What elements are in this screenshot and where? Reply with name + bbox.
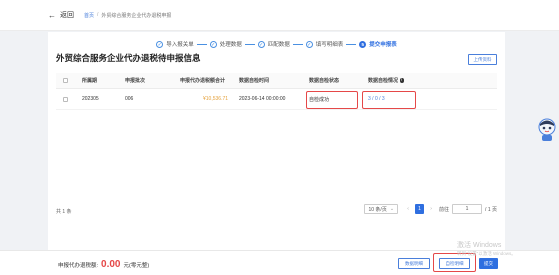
step-number-icon: 5: [359, 40, 367, 48]
step-label: 匹配数据: [267, 42, 290, 48]
cell-batch: 006: [125, 96, 134, 102]
sum-label: 申报代办退税额:: [58, 263, 99, 269]
step-label: 处理数据: [219, 42, 242, 48]
info-icon[interactable]: !: [399, 78, 405, 83]
watermark-line1: 激活 Windows: [457, 242, 502, 249]
highlight-box-result: [362, 91, 416, 109]
step-label: 导入报关单: [166, 42, 194, 48]
page-count: / 1 页: [485, 206, 497, 213]
page-size-select[interactable]: 10 条/页 ⌄: [364, 204, 399, 214]
back-label: 返回: [60, 12, 74, 19]
sum-display: 申报代办退税额: 0.00 元(零元整): [58, 259, 149, 270]
arrow-left-icon: ←: [48, 10, 56, 20]
col-batch: 申报批次: [125, 78, 146, 84]
breadcrumb: 首页 / 外贸综合服务企业代办退税申报: [84, 12, 171, 19]
breadcrumb-home[interactable]: 首页: [84, 12, 94, 19]
select-all-checkbox[interactable]: [63, 73, 68, 88]
row-checkbox[interactable]: [63, 89, 68, 109]
back-button[interactable]: ← 返回: [48, 10, 74, 20]
sum-value: 0.00: [101, 259, 121, 270]
step-connector: [244, 43, 255, 45]
top-nav-bar: ← 返回 首页 / 外贸综合服务企业代办退税申报: [0, 0, 559, 31]
table-header: 所属期 申报批次 申报代办退税额合计 数据自检时间 数据自检状态 数据自检情况 …: [56, 73, 497, 89]
col-amount: 申报代办退税额合计: [180, 78, 226, 84]
submit-button[interactable]: 提交: [479, 258, 498, 269]
windows-watermark: 激活 Windows 转到"设置"以激活 Windows。: [457, 242, 516, 258]
sum-unit: 元(零元整): [123, 263, 150, 269]
step-label: 提交申报表: [369, 42, 397, 48]
goto-label: 前往: [439, 206, 450, 213]
col-check-result-label: 数据自检情况: [368, 78, 399, 84]
pagination: 10 条/页 ⌄ ‹ 1 › 前往 1 / 1 页: [364, 204, 497, 214]
total-count: 共 1 条: [56, 209, 72, 215]
current-page-button[interactable]: 1: [415, 204, 425, 214]
next-page-icon[interactable]: ›: [427, 206, 435, 212]
col-check-result: 数据自检情况 !: [368, 73, 405, 88]
main-card: ✓ 导入报关单 ✓ 处理数据 ✓ 匹配数据 ✓ 填写明细表 5 提交申报表 外贸…: [48, 32, 505, 250]
step-match: ✓ 匹配数据: [257, 40, 290, 48]
prev-page-icon[interactable]: ‹: [404, 206, 412, 212]
col-period: 所属期: [82, 78, 98, 84]
data-detail-button[interactable]: 数据明细: [398, 258, 430, 269]
data-table: 所属期 申报批次 申报代办退税额合计 数据自检时间 数据自检状态 数据自检情况 …: [56, 73, 497, 110]
breadcrumb-separator: /: [97, 12, 99, 18]
col-check-status: 数据自检状态: [309, 78, 340, 84]
step-label: 填写明细表: [315, 42, 344, 48]
check-circle-icon: ✓: [257, 40, 265, 48]
step-connector: [292, 43, 303, 45]
step-connector: [346, 43, 357, 45]
step-indicator: ✓ 导入报关单 ✓ 处理数据 ✓ 匹配数据 ✓ 填写明细表 5 提交申报表: [48, 38, 505, 50]
cell-period: 202305: [82, 96, 99, 102]
step-import: ✓ 导入报关单: [156, 40, 194, 48]
page-size-value: 10 条/页: [368, 206, 387, 213]
cell-amount: ¥10,536.71: [203, 96, 229, 102]
breadcrumb-current: 外贸综合服务企业代办退税申报: [101, 12, 172, 19]
check-circle-icon: ✓: [209, 40, 217, 48]
upload-button[interactable]: 上传资料: [468, 54, 497, 65]
col-check-time: 数据自检时间: [239, 78, 270, 84]
table-row: 202305 006 ¥10,536.71 2023-06-14 00:00:0…: [56, 89, 497, 110]
step-process: ✓ 处理数据: [209, 40, 242, 48]
chevron-down-icon: ⌄: [389, 206, 395, 212]
assistant-mascot-icon[interactable]: [537, 118, 557, 142]
step-fill: ✓ 填写明细表: [305, 40, 344, 48]
watermark-line2: 转到"设置"以激活 Windows。: [457, 251, 516, 256]
page-title: 外贸综合服务企业代办退税待申报信息: [56, 53, 201, 63]
check-circle-icon: ✓: [156, 40, 164, 48]
step-submit: 5 提交申报表: [359, 40, 397, 48]
goto-page-input[interactable]: 1: [452, 204, 483, 214]
check-circle-icon: ✓: [305, 40, 313, 48]
cell-check-time: 2023-06-14 00:00:00: [239, 96, 286, 102]
step-connector: [196, 43, 207, 45]
highlight-box-status: [306, 91, 358, 109]
